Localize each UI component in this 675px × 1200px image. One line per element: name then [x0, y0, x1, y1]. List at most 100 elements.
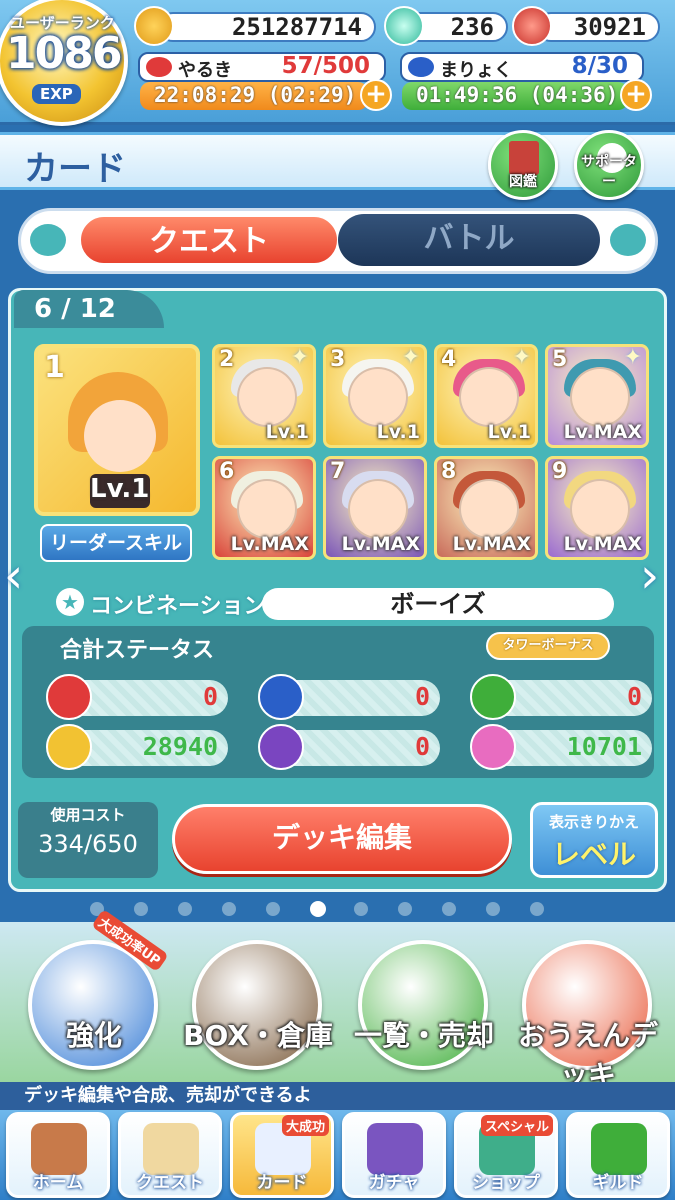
tab-battle[interactable]: バトル [338, 214, 600, 266]
book-icon [509, 141, 539, 175]
status-cell: 10701 [470, 724, 652, 770]
green-puyo-icon [470, 674, 516, 720]
page-dot[interactable] [310, 901, 326, 917]
card-level: Lv.1 [265, 421, 309, 443]
purple-puyo-icon [258, 724, 304, 770]
nav-4[interactable]: ショップ スペシャル [454, 1112, 558, 1198]
display-toggle-button[interactable]: 表示きりかえ レベル [530, 802, 658, 878]
deck-counter: 6 / 12 [14, 290, 164, 328]
page-dot[interactable] [266, 902, 280, 916]
menu-label: 一覧・売却 [353, 1019, 494, 1052]
status-value: 0 [202, 682, 218, 711]
team-card-5[interactable]: 5 Lv.MAX ✦ [545, 344, 649, 448]
blue-puyo-icon [258, 674, 304, 720]
card-level: Lv.1 [487, 421, 531, 443]
nav-5[interactable]: ギルド [566, 1112, 670, 1198]
card-face [570, 367, 630, 427]
nav-badge: スペシャル [480, 1115, 553, 1136]
page-dot[interactable] [134, 902, 148, 916]
page-title: カード [24, 149, 126, 189]
card-face [348, 367, 408, 427]
leader-face [84, 400, 156, 472]
nav-1[interactable]: クエスト [118, 1112, 222, 1198]
status-cell: 0 [46, 674, 228, 720]
page-dot[interactable] [178, 902, 192, 916]
sparkle-icon: ✦ [401, 345, 420, 370]
page-dot[interactable] [398, 902, 412, 916]
page-dot[interactable] [530, 902, 544, 916]
team-card-3[interactable]: 3 Lv.1 ✦ [323, 344, 427, 448]
team-card-6[interactable]: 6 Lv.MAX [212, 456, 316, 560]
supporter-button[interactable]: サポーター [574, 130, 644, 200]
leader-skill-button[interactable]: リーダースキル [40, 524, 192, 562]
nav-0[interactable]: ホーム [6, 1112, 110, 1198]
leaf-icon-left [30, 224, 66, 256]
card-level: Lv.MAX [230, 533, 309, 555]
blue-puyo-icon [408, 57, 434, 77]
team-card-7[interactable]: 7 Lv.MAX [323, 456, 427, 560]
red-puyo-icon [46, 674, 92, 720]
nav-label: カード [256, 1173, 308, 1193]
zukan-label: 図鑑 [509, 174, 537, 190]
card-level: Lv.1 [376, 421, 420, 443]
team-card-4[interactable]: 4 Lv.1 ✦ [434, 344, 538, 448]
stamina-label: やるき [178, 60, 232, 81]
card-face [459, 479, 519, 539]
zukan-button[interactable]: 図鑑 [488, 130, 558, 200]
toggle-line2: レベル [551, 838, 636, 871]
stamina-panel: やるき 57/500 [138, 52, 386, 82]
magic-panel: まりょく 8/30 [400, 52, 644, 82]
magic-value: 8/30 [571, 53, 628, 79]
card-level: Lv.MAX [452, 533, 531, 555]
page-dot[interactable] [486, 902, 500, 916]
ticket-counter: 30921 [536, 12, 660, 42]
card-number: 2 [219, 347, 235, 372]
coin-counter: 251287714 [158, 12, 376, 42]
stamina-value: 57/500 [281, 53, 370, 79]
tower-bonus-label: タワーボーナス [502, 638, 594, 653]
deck-edit-button[interactable]: デッキ編集 [172, 804, 512, 874]
supporter-label: サポーター [581, 154, 637, 190]
page-dot[interactable] [354, 902, 368, 916]
magic-timer: 01:49:36 (04:36) [402, 82, 628, 110]
stamina-plus-button[interactable]: + [360, 79, 392, 111]
card-number: 9 [552, 459, 568, 484]
card-number: 6 [219, 459, 235, 484]
total-status-title: 合計ステータス [60, 638, 215, 663]
card-number: 3 [330, 347, 346, 372]
red-puyo-icon [146, 57, 172, 77]
rank-value: 1086 [6, 28, 122, 79]
leader-card[interactable]: 1 Lv.1 [34, 344, 200, 516]
prev-arrow-icon[interactable]: ‹ [4, 548, 23, 604]
next-arrow-icon[interactable]: › [640, 548, 659, 604]
team-card-8[interactable]: 8 Lv.MAX [434, 456, 538, 560]
nav-label: ホーム [32, 1173, 84, 1193]
status-cell: 28940 [46, 724, 228, 770]
team-card-2[interactable]: 2 Lv.1 ✦ [212, 344, 316, 448]
nav-2[interactable]: カード 大成功 [230, 1112, 334, 1198]
nav-3[interactable]: ガチャ [342, 1112, 446, 1198]
status-cell: 0 [258, 674, 440, 720]
card-number: 8 [441, 459, 457, 484]
magic-plus-button[interactable]: + [620, 79, 652, 111]
card-face [570, 479, 630, 539]
leaf-icon-right [610, 224, 646, 256]
magic-label: まりょく [440, 60, 512, 81]
combination-label: コンビネーション! [90, 594, 276, 619]
tab-quest[interactable]: クエスト [78, 214, 340, 266]
heart-icon [470, 724, 516, 770]
toggle-line1: 表示きりかえ [548, 813, 639, 831]
card-level: Lv.MAX [341, 533, 420, 555]
team-card-9[interactable]: 9 Lv.MAX [545, 456, 649, 560]
tower-bonus-button[interactable]: タワーボーナス [486, 632, 610, 660]
card-face [237, 479, 297, 539]
status-value: 0 [414, 732, 430, 761]
menu-label: 強化 [65, 1019, 122, 1052]
card-number: 7 [330, 459, 346, 484]
cost-value: 334/650 [38, 830, 138, 858]
nav-label: ガチャ [368, 1173, 420, 1193]
card-level: Lv.MAX [563, 533, 642, 555]
page-dot[interactable] [222, 902, 236, 916]
page-dot[interactable] [442, 902, 456, 916]
gem-icon [384, 6, 424, 46]
